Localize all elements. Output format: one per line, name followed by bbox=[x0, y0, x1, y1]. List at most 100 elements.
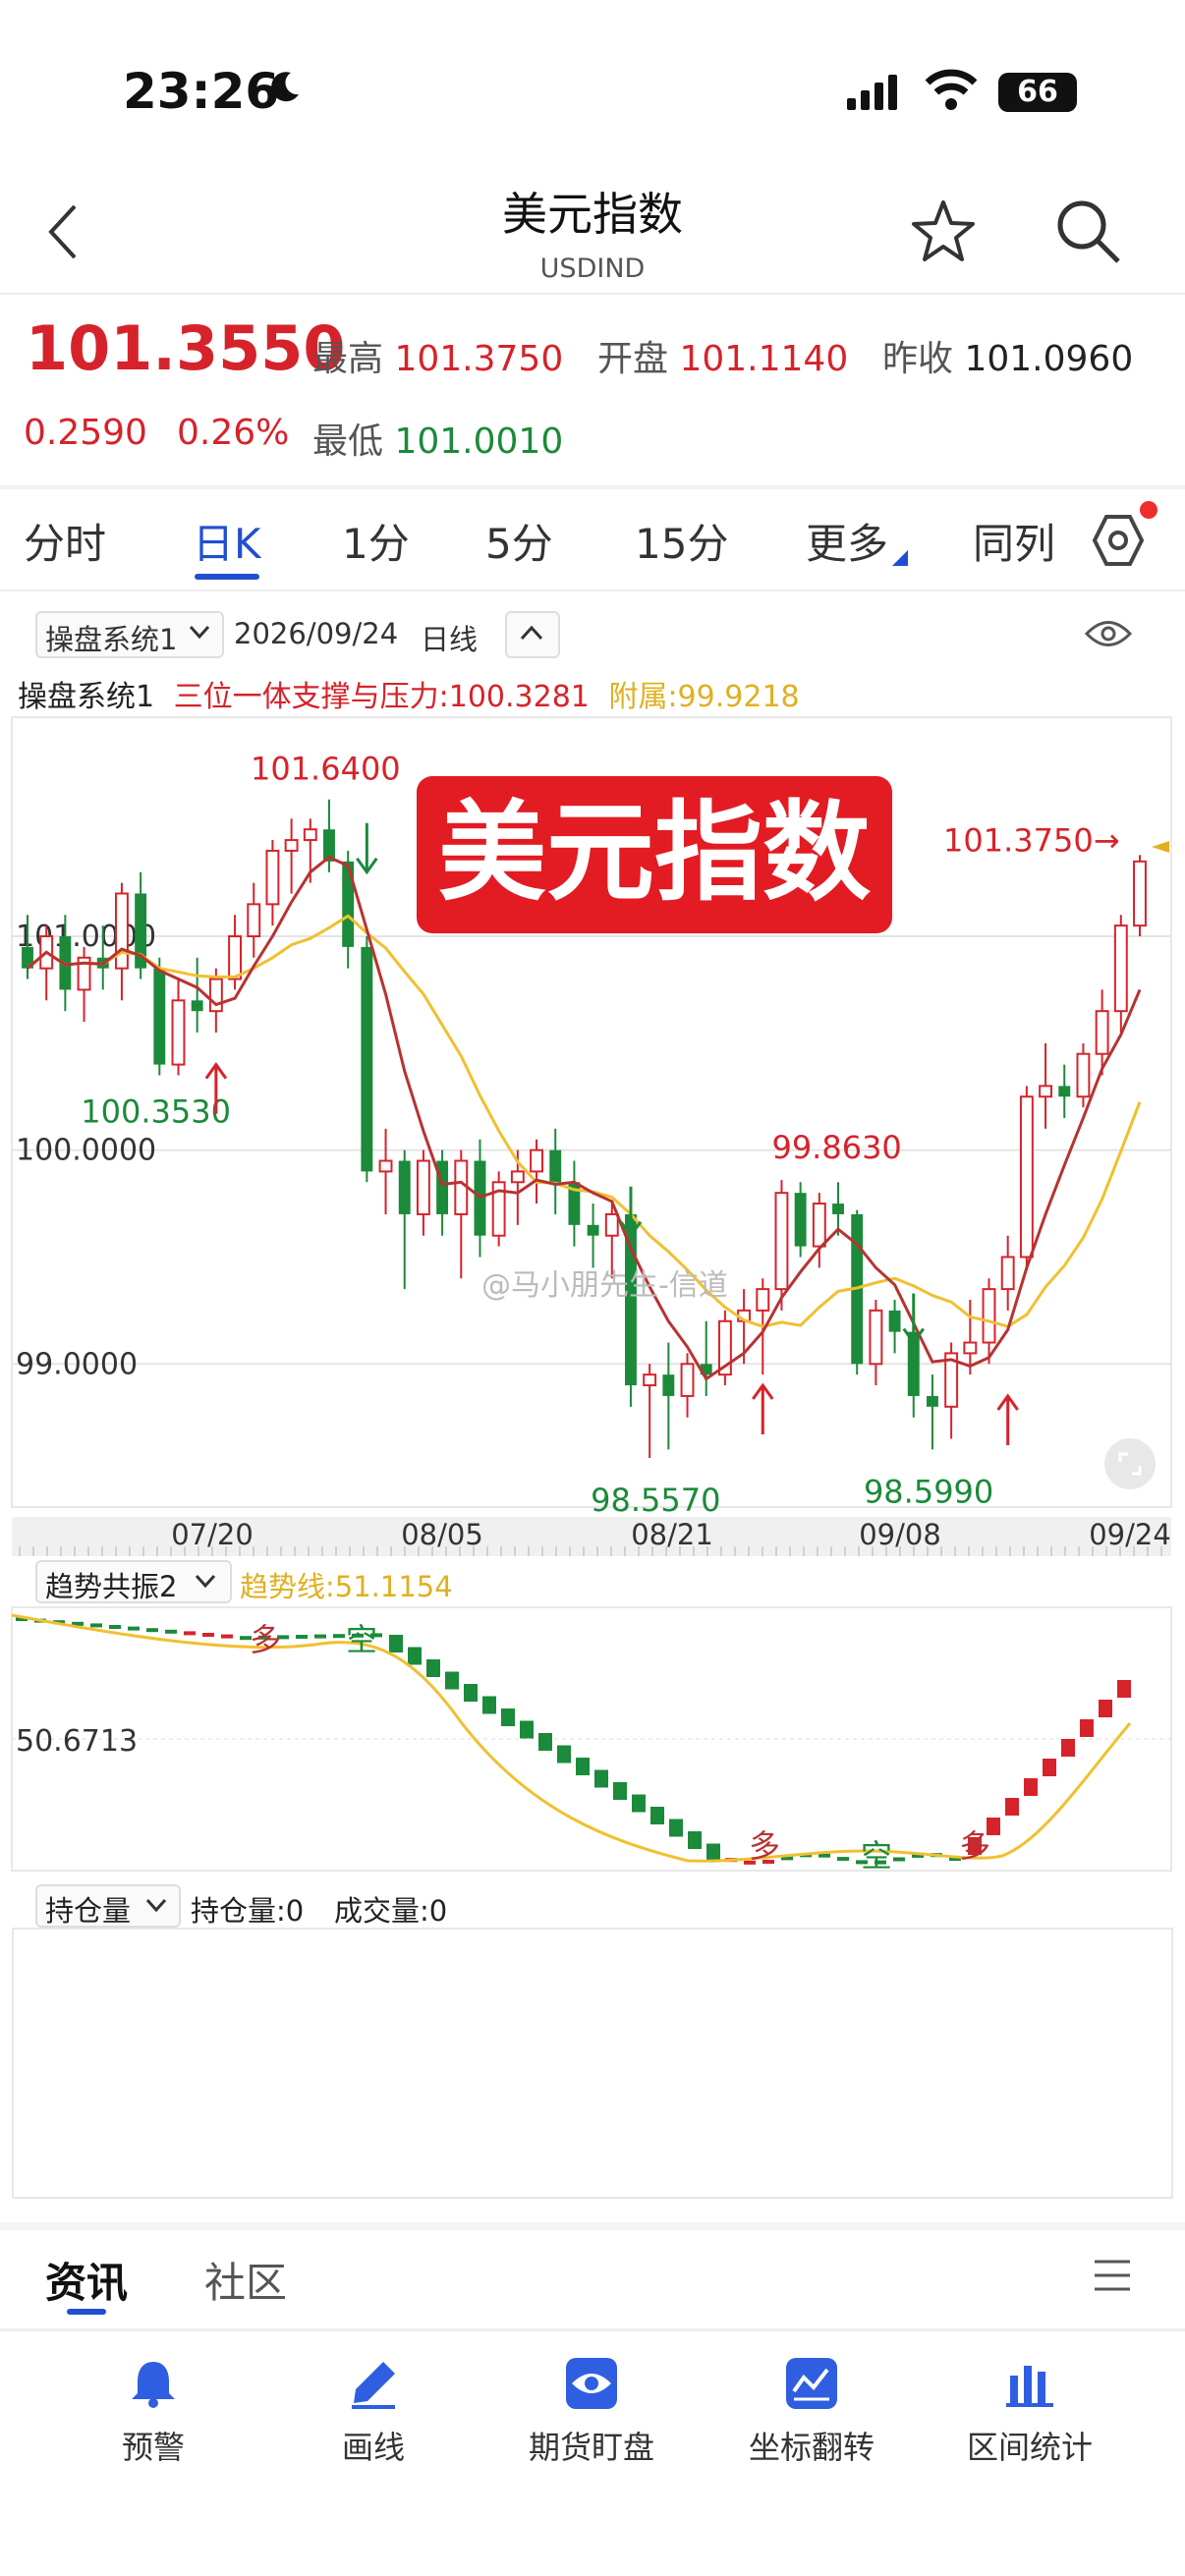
search-icon[interactable] bbox=[1053, 196, 1122, 265]
trend-bar bbox=[538, 1733, 552, 1751]
low-value: 101.0010 bbox=[394, 421, 564, 462]
chart-period: 日线 bbox=[421, 623, 479, 656]
trend-line-value: 趋势线:51.1154 bbox=[240, 1570, 453, 1603]
support-resistance-value: 三位一体支撑与压力:100.3281 bbox=[173, 680, 590, 714]
price-annotation: 100.3530 bbox=[81, 1092, 231, 1130]
candle-body bbox=[963, 1341, 978, 1355]
tab-community[interactable]: 社区 bbox=[204, 2250, 287, 2310]
tab-15min[interactable]: 15分 bbox=[635, 511, 728, 571]
trend-bar bbox=[109, 1625, 121, 1629]
tab-daily-k[interactable]: 日K bbox=[193, 511, 261, 571]
nav-watch[interactable]: 期货盯盘 bbox=[493, 2332, 690, 2470]
trend-bar bbox=[632, 1794, 646, 1813]
high-row: 最高 101.3750 bbox=[312, 330, 563, 381]
trend-bar bbox=[90, 1623, 102, 1628]
candle-body bbox=[284, 839, 299, 852]
stats-icon bbox=[1006, 2366, 1053, 2407]
tab-timeshare[interactable]: 分时 bbox=[24, 511, 106, 571]
trend-label-long: 多 bbox=[749, 1827, 780, 1865]
notification-dot bbox=[1140, 501, 1157, 519]
candlestick-chart[interactable]: 101.0000100.000099.0000 101.6400100.3530… bbox=[0, 715, 1185, 1570]
trend-bar bbox=[426, 1659, 440, 1677]
nav-draw[interactable]: 画线 bbox=[275, 2332, 472, 2470]
nav-alert-label: 预警 bbox=[121, 2429, 185, 2466]
hexagon-settings-icon[interactable] bbox=[1091, 513, 1146, 568]
nav-flip[interactable]: 坐标翻转 bbox=[713, 2332, 910, 2470]
tab-more[interactable]: 更多 bbox=[806, 511, 888, 571]
tab-1min[interactable]: 1分 bbox=[342, 511, 410, 571]
chevron-up-icon bbox=[520, 625, 543, 641]
candle-body bbox=[171, 999, 186, 1066]
eye-icon bbox=[566, 2358, 617, 2409]
trend-bar bbox=[482, 1696, 496, 1714]
candle-body bbox=[1000, 1256, 1015, 1291]
trend-bar bbox=[613, 1782, 627, 1800]
candle-body bbox=[247, 903, 261, 937]
prev-close-row: 昨收 101.0960 bbox=[882, 330, 1133, 381]
cellular-signal-icon bbox=[847, 75, 897, 110]
trend-bar bbox=[1005, 1798, 1019, 1816]
page-subtitle: USDIND bbox=[539, 253, 646, 284]
candle-body bbox=[1095, 1010, 1109, 1055]
indicator-name: 操盘系统1 bbox=[18, 680, 155, 714]
trend-bar bbox=[594, 1769, 608, 1788]
trend-bar bbox=[146, 1628, 158, 1633]
tab-same-list[interactable]: 同列 bbox=[973, 511, 1055, 571]
price-change: 0.2590 bbox=[24, 413, 147, 453]
trend-bar bbox=[165, 1629, 177, 1634]
candle-body bbox=[982, 1288, 996, 1344]
nav-flip-label: 坐标翻转 bbox=[748, 2429, 875, 2466]
candle-body bbox=[643, 1373, 657, 1387]
trend-bar bbox=[1080, 1719, 1094, 1737]
trend-bar bbox=[576, 1758, 590, 1775]
trend-bar bbox=[706, 1843, 720, 1862]
candle-body bbox=[191, 1000, 203, 1012]
candle-body bbox=[228, 935, 242, 980]
tab-5min[interactable]: 5分 bbox=[485, 511, 553, 571]
trend-resonance-chart[interactable]: 50.6713 多 空 多 空 多 bbox=[0, 1605, 1185, 1875]
aux-value: 附属:99.9218 bbox=[608, 680, 800, 714]
star-icon[interactable] bbox=[909, 196, 978, 265]
trend-bar bbox=[501, 1708, 515, 1726]
high-label: 最高 bbox=[312, 339, 384, 379]
candle-body bbox=[1058, 1086, 1071, 1097]
nav-alert[interactable]: 预警 bbox=[55, 2332, 252, 2470]
open-row: 开盘 101.1140 bbox=[597, 330, 848, 381]
trend-label-short: 空 bbox=[346, 1621, 377, 1658]
collapse-button[interactable] bbox=[505, 611, 560, 658]
section-divider bbox=[0, 2222, 1185, 2230]
oi-chart-area bbox=[12, 1928, 1173, 2199]
menu-icon[interactable] bbox=[1093, 2258, 1132, 2293]
trend-bar bbox=[520, 1720, 534, 1739]
candle-body bbox=[398, 1160, 411, 1214]
price-annotation: 101.3750→ bbox=[943, 821, 1120, 859]
wifi-icon bbox=[925, 69, 978, 110]
trend-bar bbox=[389, 1635, 403, 1652]
open-label: 开盘 bbox=[597, 339, 669, 379]
low-row: 最低 101.0010 bbox=[312, 413, 563, 464]
last-price: 101.3550 bbox=[26, 312, 346, 384]
candle-body bbox=[361, 946, 373, 1172]
trend-y-tick: 50.6713 bbox=[16, 1724, 138, 1759]
candle-body bbox=[888, 1310, 901, 1332]
candle-body bbox=[378, 1159, 393, 1173]
candle-body bbox=[1039, 1085, 1053, 1098]
eye-visibility-icon[interactable] bbox=[1085, 617, 1132, 650]
candle-body bbox=[530, 1148, 543, 1173]
tab-news[interactable]: 资讯 bbox=[45, 2250, 128, 2310]
nav-stats[interactable]: 区间统计 bbox=[931, 2332, 1128, 2470]
candle-body bbox=[832, 1204, 844, 1214]
chevron-down-icon bbox=[189, 625, 210, 640]
trend-bar bbox=[557, 1745, 571, 1764]
volume-value: 成交量:0 bbox=[334, 1894, 448, 1928]
trend-bar bbox=[184, 1631, 196, 1636]
x-axis-tick: 07/20 bbox=[171, 1518, 254, 1551]
trend-bar bbox=[128, 1626, 140, 1631]
candle-body bbox=[1019, 1095, 1034, 1259]
battery-indicator: 66 bbox=[998, 73, 1077, 112]
candle-body bbox=[662, 1374, 675, 1396]
candle-body bbox=[812, 1203, 826, 1248]
candle-body bbox=[303, 828, 317, 842]
prev-close-label: 昨收 bbox=[882, 339, 954, 379]
system-select-label: 操盘系统1 bbox=[45, 623, 178, 656]
